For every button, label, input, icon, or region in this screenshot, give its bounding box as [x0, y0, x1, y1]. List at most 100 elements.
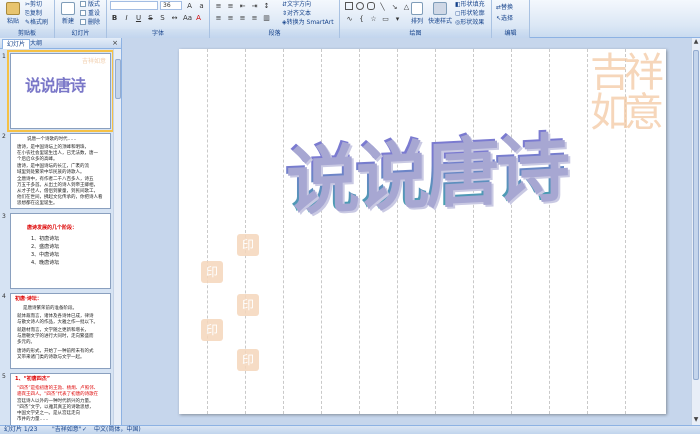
numbering-icon[interactable]: ≡: [226, 1, 235, 10]
grow-font-icon[interactable]: A: [185, 1, 194, 10]
font-size-combo[interactable]: 36: [160, 1, 182, 10]
quick-styles-button[interactable]: 快速样式: [427, 2, 453, 28]
paragraph-group-label: 段落: [210, 29, 339, 38]
rectangle-shape-icon[interactable]: [345, 2, 353, 10]
star-shape-icon[interactable]: ☆: [369, 14, 378, 23]
cut-button[interactable]: ✂剪切: [25, 1, 42, 9]
bullets-icon[interactable]: ≡: [214, 1, 223, 10]
slides-group: 新建 版式 重设 删除 幻灯片: [55, 0, 107, 38]
thumbnail-heading: 初唐·诗坛：: [15, 296, 42, 302]
change-case-icon[interactable]: Aa: [182, 13, 192, 22]
guide-line: [435, 49, 436, 414]
replace-button[interactable]: ⇄替换: [496, 4, 513, 12]
align-left-icon[interactable]: ≡: [214, 13, 223, 22]
thumbnail-line: 从才子佳人，僧侣到蒙童，到民间歌工，: [17, 189, 98, 194]
slides-group-label: 幻灯片: [55, 29, 106, 38]
current-slide[interactable]: 吉祥如意 印 印 印 印 印 说说唐诗: [179, 49, 666, 414]
slide-editing-area: 吉祥如意 印 印 印 印 印 说说唐诗 ▲ ▼: [122, 38, 700, 425]
thumbnail-line: 万五千多首。从出土的诗人到帝王卿相，: [17, 183, 98, 188]
slide-number: 4: [2, 293, 6, 300]
language: 中文(简体，中国): [94, 426, 141, 433]
delete-icon: [80, 19, 86, 25]
thumbnail-list-item: 3、中唐诗坛: [31, 252, 60, 258]
shape-effects-button[interactable]: ◎形状效果: [455, 19, 484, 27]
shadow-icon[interactable]: S: [158, 13, 167, 22]
font-size-tools: A a: [185, 1, 206, 10]
seal-decoration: 印: [237, 349, 259, 371]
list-tools: ≡ ≡ ⇤ ⇥ ↕: [214, 1, 271, 10]
arrow-shape-icon[interactable]: ↘: [390, 2, 399, 11]
slide-thumbnail-4[interactable]: 初唐·诗坛： 是唐诗繁荣前的准备阶段。 就体裁而言，诸体及各诗体已成，律诗 与散…: [10, 293, 111, 369]
align-tools: ≡ ≡ ≡ ≡ ▥: [214, 13, 271, 22]
guide-line: [473, 49, 474, 414]
line-spacing-icon[interactable]: ↕: [262, 1, 271, 10]
thumbnail-line: 又带来诸门类的诗歌与文学一起。: [17, 355, 85, 360]
shape-outline-button[interactable]: ▢形状轮廓: [455, 10, 485, 18]
arrange-button[interactable]: 排列: [408, 2, 426, 28]
tab-outline[interactable]: 大纲: [26, 39, 46, 49]
editor-scrollbar[interactable]: ▲ ▼: [691, 38, 700, 425]
paste-button[interactable]: 粘贴: [2, 2, 24, 28]
new-slide-button[interactable]: 新建: [57, 2, 79, 28]
font-name-combo[interactable]: [110, 1, 158, 10]
slide-thumbnail-1[interactable]: 吉祥如意 说说唐诗: [7, 50, 114, 132]
copy-button[interactable]: ⎘复制: [25, 10, 42, 18]
thumbnail-line: 域里到处繁荣中华民族的诗歌人。: [17, 170, 85, 175]
layout-button[interactable]: 版式: [80, 1, 100, 9]
thumbnail-line: 是唐诗繁荣前的准备阶段。: [23, 306, 77, 311]
shapes-gallery[interactable]: ╲ ↘ △: [345, 2, 411, 11]
pane-scrollbar[interactable]: [113, 49, 121, 425]
oval-shape-icon[interactable]: [356, 2, 364, 10]
seal-decoration: 印: [201, 319, 223, 341]
close-icon[interactable]: ×: [112, 39, 118, 47]
shapes-gallery-row2[interactable]: ∿ { ☆ ▭ ▾: [345, 14, 402, 23]
slide-index: 幻灯片 1/23: [4, 426, 38, 433]
rounded-shape-icon[interactable]: [367, 2, 375, 10]
shrink-font-icon[interactable]: a: [197, 1, 206, 10]
spacing-icon[interactable]: ↔: [170, 13, 179, 22]
line-shape-icon[interactable]: ╲: [378, 2, 387, 11]
justify-icon[interactable]: ≡: [250, 13, 259, 22]
underline-icon[interactable]: U: [134, 13, 143, 22]
seal-decoration: 印: [201, 261, 223, 283]
drawing-group-label: 绘图: [340, 29, 491, 38]
convert-smartart-button[interactable]: ◈转换为 SmartArt: [282, 19, 334, 27]
slide-thumbnail-2[interactable]: 说唐一个诗歌的时代…… 唐诗，是中国诗坛上的顶峰和明珠， 在小农社会里诞生出人，…: [10, 133, 111, 209]
curve-shape-icon[interactable]: ∿: [345, 14, 354, 23]
select-button[interactable]: ↖选择: [496, 15, 513, 23]
spelling-icon[interactable]: ✓: [82, 426, 87, 434]
scroll-up-icon[interactable]: ▲: [692, 38, 700, 47]
strikethrough-icon[interactable]: S: [146, 13, 155, 22]
slide-thumbnail-5[interactable]: 1、“初唐四杰” “四杰”是指初唐的王勃、杨炯、卢照邻、 骆宾王四人。“四杰”代…: [10, 373, 111, 425]
decrease-indent-icon[interactable]: ⇤: [238, 1, 247, 10]
editor-scroll-thumb[interactable]: [693, 50, 699, 380]
more-shapes-icon[interactable]: ▾: [393, 14, 402, 23]
editing-group: ⇄替换 ↖选择 编辑: [492, 0, 530, 38]
callout-shape-icon[interactable]: ▭: [381, 14, 390, 23]
text-direction-button[interactable]: ⇵文字方向: [282, 1, 311, 9]
thumbnail-list: 1 吉祥如意 说说唐诗 2 说唐一个诗歌的时代…… 唐诗，是中国诗坛上的顶峰和明…: [0, 49, 114, 425]
new-slide-icon: [61, 2, 75, 15]
delete-slide-button[interactable]: 删除: [80, 19, 100, 27]
italic-icon[interactable]: I: [122, 13, 131, 22]
font-color-icon[interactable]: A: [194, 13, 203, 22]
slide-title[interactable]: 说说唐诗: [249, 110, 599, 238]
thumbnail-line: 多元的。: [17, 340, 35, 345]
pane-scroll-thumb[interactable]: [115, 59, 121, 99]
align-text-button[interactable]: ⇕对齐文本: [282, 10, 311, 18]
slide-thumbnail-3[interactable]: 唐诗发展的几个阶段： 1、初唐诗坛 2、盛唐诗坛 3、中唐诗坛 4、晚唐诗坛: [10, 213, 111, 289]
guide-line: [511, 49, 512, 414]
thumbnail-line: 骆宾王四人。“四杰”代表了初唐的诗歌在: [17, 392, 99, 397]
columns-icon[interactable]: ▥: [262, 13, 271, 22]
bold-icon[interactable]: B: [110, 13, 119, 22]
thumbnail-line: 他们在世间，拂起文化传承的，你把诗人看: [17, 195, 103, 200]
brace-shape-icon[interactable]: {: [357, 14, 366, 23]
clipboard-group: 粘贴 ✂剪切 ⎘复制 ✎格式刷 剪贴板: [0, 0, 55, 38]
format-painter-button[interactable]: ✎格式刷: [25, 19, 48, 27]
scroll-down-icon[interactable]: ▼: [692, 416, 700, 425]
align-right-icon[interactable]: ≡: [238, 13, 247, 22]
shape-fill-button[interactable]: ◧形状填充: [455, 1, 485, 9]
align-center-icon[interactable]: ≡: [226, 13, 235, 22]
increase-indent-icon[interactable]: ⇥: [250, 1, 259, 10]
reset-button[interactable]: 重设: [80, 10, 100, 18]
